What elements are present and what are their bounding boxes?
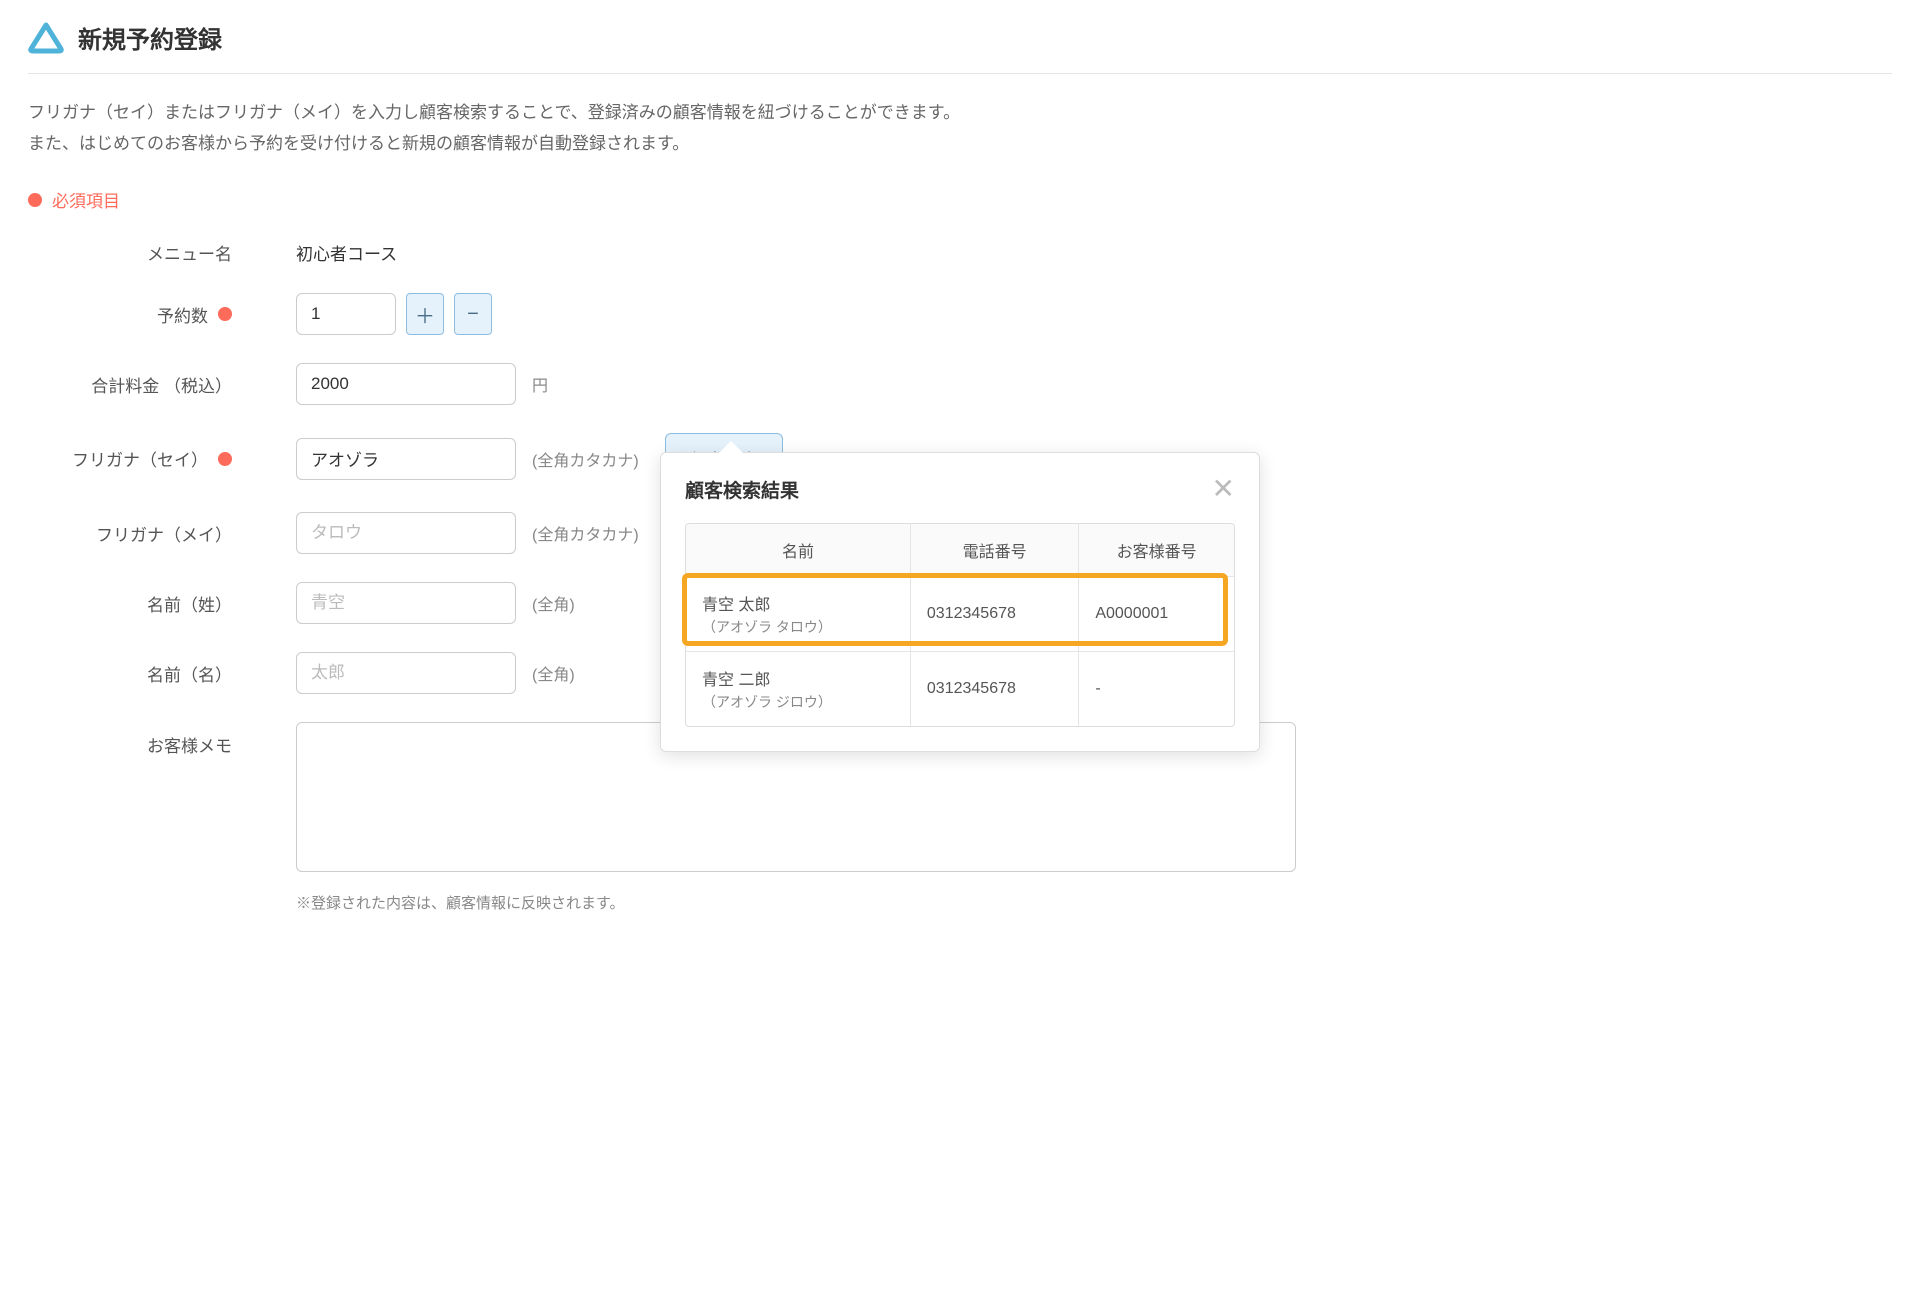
required-legend: 必須項目 bbox=[28, 187, 1892, 212]
label-total-price: 合計料金 （税込） bbox=[91, 372, 232, 397]
kana-text: （アオゾラ ジロウ） bbox=[702, 692, 894, 712]
reservation-count-input[interactable] bbox=[296, 293, 396, 335]
cell-phone: 0312345678 bbox=[911, 577, 1079, 652]
description-line-1: フリガナ（セイ）またはフリガナ（メイ）を入力し顧客検索することで、登録済みの顧客… bbox=[28, 98, 1892, 129]
cell-name: 青空 太郎 （アオゾラ タロウ） bbox=[686, 577, 911, 652]
hint-zenkaku: (全角) bbox=[532, 661, 575, 685]
page-title: 新規予約登録 bbox=[78, 20, 222, 55]
name-text: 青空 太郎 bbox=[702, 597, 770, 614]
label-memo: お客様メモ bbox=[147, 732, 232, 757]
unit-yen: 円 bbox=[532, 372, 548, 396]
table-row[interactable]: 青空 太郎 （アオゾラ タロウ） 0312345678A0000001 bbox=[686, 577, 1234, 652]
value-menu-name: 初心者コース bbox=[248, 240, 397, 265]
name-text: 青空 二郎 bbox=[702, 672, 770, 689]
cell-customer-no: - bbox=[1079, 652, 1234, 726]
row-reservation-count: 予約数 ＋ − bbox=[28, 293, 1892, 335]
decrement-button[interactable]: − bbox=[454, 293, 492, 335]
furigana-mei-input[interactable] bbox=[296, 512, 516, 554]
cell-name: 青空 二郎 （アオゾラ ジロウ） bbox=[686, 652, 911, 726]
col-customer-no: お客様番号 bbox=[1079, 524, 1234, 577]
label-furigana-sei: フリガナ（セイ） bbox=[72, 446, 208, 471]
required-dot-icon bbox=[218, 452, 232, 466]
label-furigana-mei: フリガナ（メイ） bbox=[96, 521, 232, 546]
table-header-row: 名前 電話番号 お客様番号 bbox=[686, 524, 1234, 577]
required-dot-icon bbox=[218, 307, 232, 321]
cell-customer-no: A0000001 bbox=[1079, 577, 1234, 652]
furigana-sei-input[interactable] bbox=[296, 438, 516, 480]
close-icon[interactable]: ✕ bbox=[1212, 475, 1235, 503]
required-legend-label: 必須項目 bbox=[52, 187, 120, 212]
cell-phone: 0312345678 bbox=[911, 652, 1079, 726]
results-table: 名前 電話番号 お客様番号 青空 太郎 （アオゾラ タロウ） 0312345678A… bbox=[685, 523, 1235, 727]
popover-title: 顧客検索結果 bbox=[685, 476, 799, 503]
col-phone: 電話番号 bbox=[911, 524, 1079, 577]
increment-button[interactable]: ＋ bbox=[406, 293, 444, 335]
required-dot-icon bbox=[28, 193, 42, 207]
label-menu-name: メニュー名 bbox=[147, 240, 232, 265]
kana-text: （アオゾラ タロウ） bbox=[702, 617, 894, 637]
label-name-sei: 名前（姓） bbox=[147, 591, 232, 616]
label-reservation-count: 予約数 bbox=[157, 302, 208, 327]
memo-footnote: ※登録された内容は、顧客情報に反映されます。 bbox=[296, 892, 1892, 913]
col-name: 名前 bbox=[686, 524, 911, 577]
description-text: フリガナ（セイ）またはフリガナ（メイ）を入力し顧客検索することで、登録済みの顧客… bbox=[28, 98, 1892, 159]
table-row[interactable]: 青空 二郎 （アオゾラ ジロウ） 0312345678- bbox=[686, 652, 1234, 726]
hint-katakana: (全角カタカナ) bbox=[532, 521, 639, 545]
row-menu-name: メニュー名 初心者コース bbox=[28, 240, 1892, 265]
row-total-price: 合計料金 （税込） 円 bbox=[28, 363, 1892, 405]
name-mei-input[interactable] bbox=[296, 652, 516, 694]
label-name-mei: 名前（名） bbox=[147, 661, 232, 686]
customer-search-popover: 顧客検索結果 ✕ 名前 電話番号 お客様番号 青空 太郎 （アオゾラ タロウ） 03… bbox=[660, 452, 1260, 752]
hint-zenkaku: (全角) bbox=[532, 591, 575, 615]
hint-katakana: (全角カタカナ) bbox=[532, 447, 639, 471]
name-sei-input[interactable] bbox=[296, 582, 516, 624]
triangle-icon bbox=[28, 22, 64, 54]
description-line-2: また、はじめてのお客様から予約を受け付けると新規の顧客情報が自動登録されます。 bbox=[28, 129, 1892, 160]
total-price-input[interactable] bbox=[296, 363, 516, 405]
page-header: 新規予約登録 bbox=[28, 20, 1892, 74]
